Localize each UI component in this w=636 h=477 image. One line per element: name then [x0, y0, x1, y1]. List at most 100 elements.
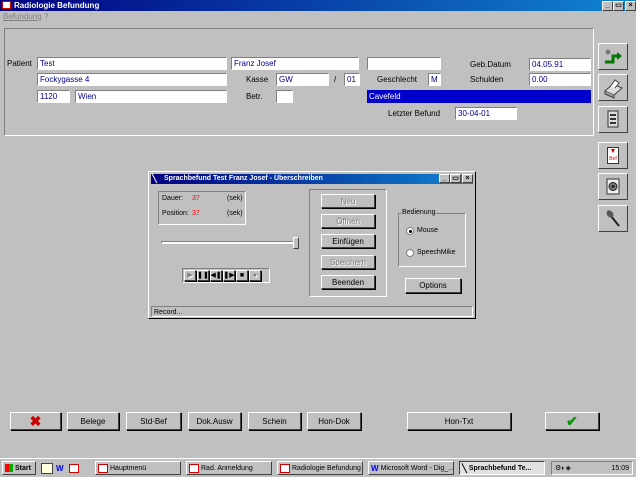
start-label: Start: [15, 464, 31, 472]
geschlecht-field[interactable]: M: [428, 73, 441, 86]
taskbar-item-rad-anmeldung[interactable]: Rad. Anmeldung: [186, 461, 272, 475]
start-button[interactable]: Start: [2, 461, 36, 475]
speechmike-radio[interactable]: [406, 249, 414, 257]
first-name-field[interactable]: Franz Josef: [231, 57, 359, 70]
slider-track: [161, 241, 299, 244]
dialog-status-bar: Record...: [151, 306, 473, 317]
sprachbefund-dialog: ╲ Sprachbefund Test Franz Josef - Übersc…: [148, 171, 476, 319]
options-button[interactable]: Options: [405, 278, 461, 293]
dialog-maximize-button[interactable]: ▭: [450, 174, 461, 183]
tray-clock: 15:09: [611, 464, 629, 472]
neu-button[interactable]: Neu: [321, 194, 375, 208]
taskbar-item-hauptmenue[interactable]: Hauptmenü: [95, 461, 181, 475]
microphone-tool-button[interactable]: [598, 205, 628, 232]
media-controls: ▶ ❚❚ ◀❚ ❚▶ ■ ●: [182, 268, 270, 283]
position-label: Position:: [162, 210, 189, 217]
std-bef-button[interactable]: Std-Bef: [126, 412, 181, 430]
betr-field[interactable]: [276, 90, 293, 103]
app-shortcut-icon[interactable]: [69, 463, 79, 473]
cancel-x-icon: ✖: [29, 413, 42, 429]
microphone-icon: [606, 210, 620, 227]
taskbar-item-sprachbefund[interactable]: ╲ Sprachbefund Te...: [459, 461, 545, 475]
speichern-button[interactable]: Speichern: [321, 255, 375, 269]
beenden-button[interactable]: Beenden: [321, 275, 375, 289]
taskbar-item-word[interactable]: W Microsoft Word - Dig_...: [368, 461, 454, 475]
gebdatum-label: Geb.Datum: [470, 60, 511, 69]
befund-tool-button[interactable]: ▼ Bef: [598, 142, 628, 169]
taskbar-item-radiologie-befundung[interactable]: Radiologie Befundung: [277, 461, 363, 475]
desktop-icon[interactable]: [41, 462, 53, 474]
exit-tool-button[interactable]: [598, 43, 628, 70]
dauer-label: Dauer:: [162, 195, 184, 202]
cancel-button[interactable]: ✖: [10, 412, 61, 430]
sprachbefund-app-icon: ╲: [462, 463, 467, 473]
city-field[interactable]: Wien: [75, 90, 227, 103]
dialog-title: Sprachbefund Test Franz Josef - Überschr…: [164, 175, 323, 182]
kasse-number-field[interactable]: 01: [344, 73, 360, 86]
bedienung-label: Bedienung: [401, 209, 437, 216]
schein-button[interactable]: Schein: [248, 412, 301, 430]
print-tool-button[interactable]: [598, 74, 628, 101]
app-icon: [2, 1, 11, 9]
word-icon[interactable]: W: [56, 464, 66, 473]
position-value: 37: [192, 210, 200, 217]
last-name-field[interactable]: Test: [37, 57, 227, 70]
tray-icons[interactable]: ⚙◐◈: [555, 464, 571, 472]
dialog-minimize-button[interactable]: _: [439, 174, 450, 183]
speaker-icon: [606, 178, 620, 195]
dok-ausw-button[interactable]: Dok.Ausw: [188, 412, 241, 430]
document-tool-button[interactable]: [598, 106, 628, 133]
menu-befundung[interactable]: Befundung: [3, 12, 42, 21]
dauer-value: 37: [192, 195, 200, 202]
pause-button[interactable]: ❚❚: [197, 270, 209, 281]
anmeldung-app-icon: [189, 463, 199, 473]
ok-check-icon: ✔: [566, 413, 578, 429]
mouse-radio-dot: [409, 230, 412, 233]
doctor-bar: Cavefeld: [367, 90, 591, 103]
kasse-field[interactable]: GW: [276, 73, 329, 86]
forward-button[interactable]: ❚▶: [223, 270, 235, 281]
dauer-unit: (sek): [227, 195, 243, 202]
schulden-label: Schulden: [470, 75, 504, 84]
taskbar-item-label: Radiologie Befundung: [292, 464, 361, 472]
close-button[interactable]: ×: [625, 1, 636, 11]
hon-dok-button[interactable]: Hon-Dok: [307, 412, 361, 430]
record-button[interactable]: ●: [249, 270, 261, 281]
geschlecht-label: Geschlecht: [377, 75, 418, 84]
minimize-button[interactable]: _: [602, 1, 613, 11]
maximize-button[interactable]: ▭: [613, 1, 624, 11]
menu-help[interactable]: ?: [44, 12, 48, 21]
letzter-befund-label: Letzter Befund: [388, 109, 441, 118]
gebdatum-field[interactable]: 04.05.91: [529, 58, 591, 71]
ok-button[interactable]: ✔: [545, 412, 599, 430]
mouse-radio[interactable]: [406, 227, 414, 235]
stop-button[interactable]: ■: [236, 270, 248, 281]
main-title-bar: Radiologie Befundung _ ▭ ×: [0, 0, 636, 11]
exit-arrow-icon: [605, 49, 622, 64]
belege-button[interactable]: Belege: [67, 412, 119, 430]
einfuegen-button[interactable]: Einfügen: [321, 234, 375, 248]
slider-thumb[interactable]: [293, 237, 299, 249]
position-slider[interactable]: [161, 237, 299, 249]
hon-txt-button[interactable]: Hon-Txt: [407, 412, 511, 430]
zip-field[interactable]: 1120: [37, 90, 70, 103]
bedienung-group: [398, 213, 466, 267]
windows-logo-icon: [5, 464, 13, 472]
dialog-close-button[interactable]: ×: [462, 174, 473, 183]
speaker-tool-button[interactable]: [598, 173, 628, 200]
schulden-field[interactable]: 0.00: [529, 73, 591, 86]
play-button[interactable]: ▶: [184, 270, 196, 281]
dialog-title-icon: ╲: [152, 174, 157, 183]
street-field[interactable]: Fockygasse 4: [37, 73, 227, 86]
speechmike-radio-label: SpeechMike: [417, 249, 456, 256]
taskbar-item-label: Sprachbefund Te...: [468, 464, 532, 472]
position-unit: (sek): [227, 210, 243, 217]
letzter-befund-field[interactable]: 30-04-01: [455, 107, 517, 120]
document-icon: [607, 110, 619, 128]
rewind-button[interactable]: ◀❚: [210, 270, 222, 281]
hauptmenue-app-icon: [98, 463, 108, 473]
oeffnen-button[interactable]: Öffnen: [321, 214, 375, 228]
word-doc-icon: W: [371, 463, 379, 473]
extra-field[interactable]: [367, 57, 441, 70]
window-title: Radiologie Befundung: [14, 1, 100, 10]
